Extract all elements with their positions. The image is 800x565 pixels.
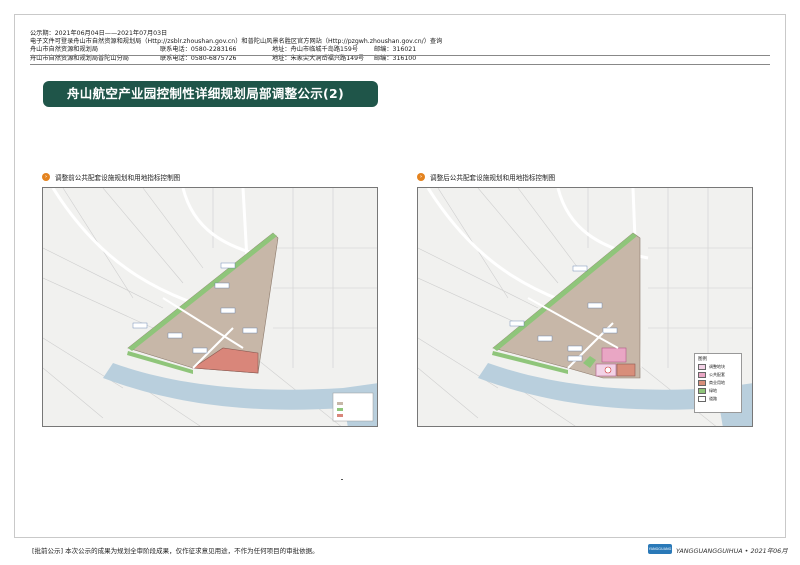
footer: [批前公示] 本次公示的成果为规划全审阶段成果，仅作征求意见用途，不作为任何项目… bbox=[14, 542, 788, 558]
header-divider-bottom bbox=[30, 64, 770, 65]
company-logo: YANGGUANG bbox=[648, 544, 672, 554]
bullet-icon: › bbox=[417, 173, 425, 181]
left-panel-title-text: 调整前公共配套设施规划和用地指标控制图 bbox=[55, 174, 181, 182]
contact-row-1: 舟山市自然资源和规划局 联系电话：0580-2283166 地址：舟山市临城千岛… bbox=[30, 46, 442, 54]
footer-note: [批前公示] 本次公示的成果为规划全审阶段成果，仅作征求意见用途，不作为任何项目… bbox=[32, 547, 319, 555]
left-panel-title: › 调整前公共配套设施规划和用地指标控制图 bbox=[42, 172, 180, 182]
footer-brand: YANGGUANGGUIHUA • 2021年06月 bbox=[676, 547, 788, 555]
legend-swatch bbox=[698, 396, 706, 402]
bullet-icon: › bbox=[42, 173, 50, 181]
legend-label: 公共配套 bbox=[709, 372, 725, 377]
legend-swatch bbox=[698, 380, 706, 386]
legend-label: 绿地 bbox=[709, 388, 717, 393]
map-legend: 图例 调整地块 公共配套 商业用地 绿地 道路 bbox=[694, 353, 742, 413]
contact-org-1: 舟山市自然资源和规划局 bbox=[30, 46, 99, 54]
page-marker bbox=[341, 479, 343, 480]
legend-item: 公共配套 bbox=[698, 372, 738, 378]
map-after-adjustment: 图例 调整地块 公共配套 商业用地 绿地 道路 bbox=[417, 187, 753, 427]
legend-swatch bbox=[698, 372, 706, 378]
header-info: 公示期：2021年06月04日——2021年07月03日 电子文件可登录舟山市自… bbox=[30, 30, 442, 63]
legend-item: 商业用地 bbox=[698, 380, 738, 386]
legend-swatch bbox=[698, 388, 706, 394]
contact-phone-1: 联系电话：0580-2283166 bbox=[160, 46, 237, 54]
legend-label: 道路 bbox=[709, 396, 717, 401]
contact-address-1: 地址：舟山市临城千岛路159号 bbox=[272, 46, 359, 54]
legend-item: 道路 bbox=[698, 396, 738, 402]
header-divider bbox=[30, 55, 770, 56]
notice-period: 公示期：2021年06月04日——2021年07月03日 bbox=[30, 30, 168, 37]
contact-zip-1: 邮编：316021 bbox=[374, 46, 417, 54]
legend-label: 商业用地 bbox=[709, 380, 725, 385]
page-title: 舟山航空产业园控制性详细规划局部调整公示(2) bbox=[43, 81, 378, 107]
legend-title: 图例 bbox=[698, 357, 707, 362]
legend-item: 调整地块 bbox=[698, 364, 738, 370]
right-panel-title-text: 调整后公共配套设施规划和用地指标控制图 bbox=[430, 174, 556, 182]
legend-item: 绿地 bbox=[698, 388, 738, 394]
legend-swatch bbox=[698, 364, 706, 370]
map-before-adjustment bbox=[42, 187, 378, 427]
right-panel-title: › 调整后公共配套设施规划和用地指标控制图 bbox=[417, 172, 555, 182]
legend-label: 调整地块 bbox=[709, 364, 725, 369]
